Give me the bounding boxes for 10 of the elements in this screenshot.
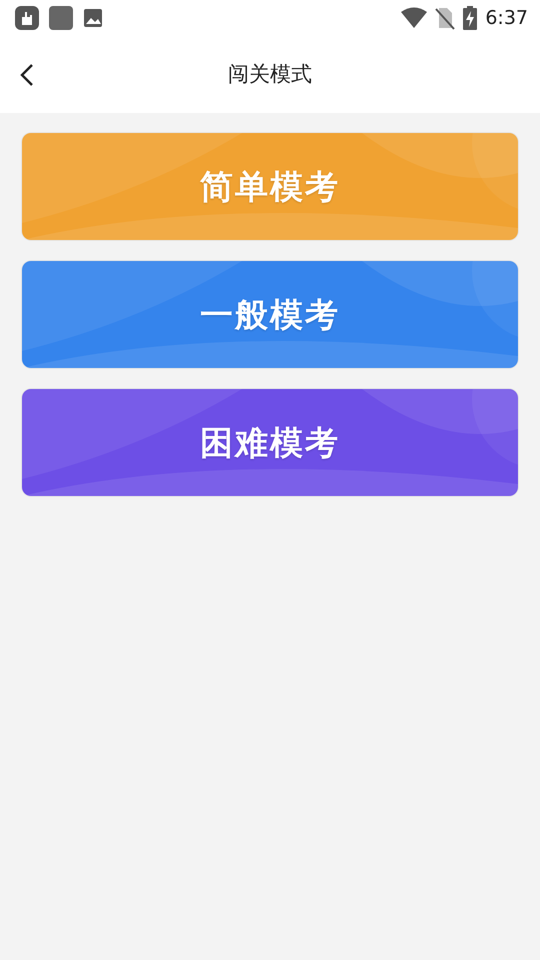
clock: 6:37 [485,6,528,31]
image-icon [82,7,104,29]
wifi-icon [401,7,428,29]
level-card[interactable]: 简单模考 [22,133,518,240]
page-title: 闯关模式 [228,60,312,88]
battery-icon [463,6,478,30]
no-sim-icon [435,6,456,30]
level-card[interactable]: 困难模考 [22,389,518,496]
app-icon [14,5,40,31]
level-card[interactable]: 一般模考 [22,261,518,368]
